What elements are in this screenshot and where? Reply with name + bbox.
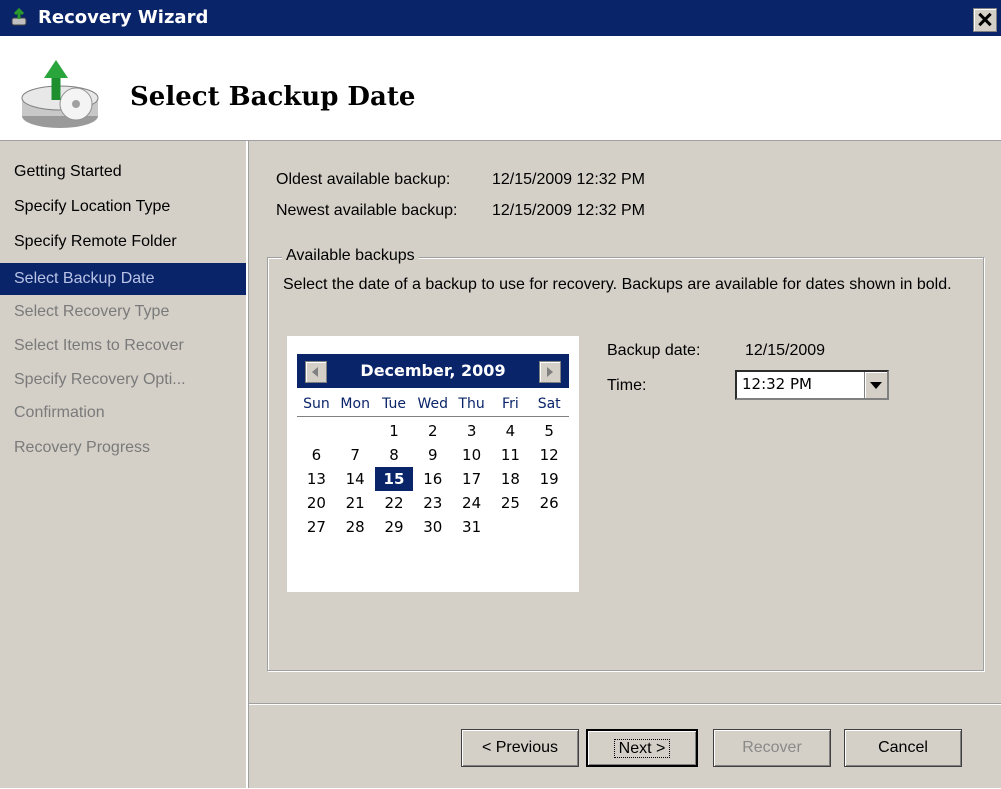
- nav-step-recovery-options: Specify Recovery Opti...: [14, 371, 186, 388]
- window-title: Recovery Wizard: [38, 7, 209, 28]
- previous-month-button[interactable]: [305, 361, 327, 383]
- calendar-day-14[interactable]: 14: [336, 467, 375, 491]
- calendar-day-20[interactable]: 20: [297, 491, 336, 515]
- calendar-day-6[interactable]: 6: [297, 443, 336, 467]
- calendar-day-28[interactable]: 28: [336, 515, 375, 539]
- previous-button[interactable]: < Previous: [461, 729, 579, 767]
- calendar-week-row: 6 7 8 9 10 11 12: [297, 443, 569, 467]
- calendar-month: December, 2009: [360, 361, 506, 380]
- time-dropdown[interactable]: 12:32 PM: [735, 370, 889, 400]
- day-of-week-header: Mon: [340, 396, 370, 412]
- nav-step-recovery-progress: Recovery Progress: [14, 439, 151, 456]
- oldest-backup-value: 12/15/2009 12:32 PM: [492, 171, 646, 188]
- calendar-day-2[interactable]: 2: [413, 419, 452, 443]
- nav-step-specify-remote-folder: Specify Remote Folder: [14, 233, 177, 250]
- calendar-day-18[interactable]: 18: [491, 467, 530, 491]
- calendar-day-10[interactable]: 10: [452, 443, 491, 467]
- calendar-day-4[interactable]: 4: [491, 419, 530, 443]
- day-of-week-header: Wed: [417, 396, 449, 412]
- calendar-day-12[interactable]: 12: [530, 443, 569, 467]
- page-title: Select Backup Date: [130, 82, 416, 112]
- cancel-button[interactable]: Cancel: [844, 729, 962, 767]
- day-of-week-header: Sun: [303, 396, 330, 412]
- title-bar[interactable]: Recovery Wizard: [0, 0, 1001, 36]
- calendar-day-21[interactable]: 21: [336, 491, 375, 515]
- wizard-header: Select Backup Date: [0, 36, 1001, 141]
- calendar-days-of-week: Sun Mon Tue Wed Thu Fri Sat: [297, 392, 569, 417]
- calendar-empty-cell: [530, 515, 569, 539]
- nav-step-getting-started: Getting Started: [14, 163, 122, 180]
- calendar-day-8[interactable]: 8: [375, 443, 414, 467]
- calendar-day-13[interactable]: 13: [297, 467, 336, 491]
- backup-date-label: Backup date:: [607, 342, 701, 359]
- newest-backup-value: 12/15/2009 12:32 PM: [492, 202, 646, 219]
- calendar-day-1[interactable]: 1: [375, 419, 414, 443]
- calendar-day-15[interactable]: 15: [374, 467, 414, 491]
- dropdown-arrow-icon[interactable]: [864, 372, 887, 398]
- calendar-day-22[interactable]: 22: [375, 491, 414, 515]
- backup-date-value: 12/15/2009: [745, 342, 826, 359]
- wizard-steps-nav: Getting Started Specify Location Type Sp…: [0, 141, 248, 788]
- nav-step-select-recovery-type: Select Recovery Type: [14, 303, 170, 320]
- newest-backup-label: Newest available backup:: [276, 202, 458, 219]
- time-label: Time:: [607, 377, 647, 394]
- day-of-week-header: Tue: [382, 396, 406, 412]
- calendar-day-7[interactable]: 7: [336, 443, 375, 467]
- calendar-day-27[interactable]: 27: [297, 515, 336, 539]
- day-of-week-header: Fri: [502, 396, 519, 412]
- calendar-week-row: 13 14 15 16 17 18 19: [297, 467, 569, 491]
- recovery-wizard-window: Recovery Wizard Select Backup Date Getti…: [0, 0, 1001, 788]
- calendar-day-17[interactable]: 17: [452, 467, 491, 491]
- calendar-day-30[interactable]: 30: [413, 515, 452, 539]
- nav-step-specify-location-type: Specify Location Type: [14, 198, 171, 215]
- calendar-week-row: 20 21 22 23 24 25 26: [297, 491, 569, 515]
- recover-button[interactable]: Recover: [713, 729, 831, 767]
- next-button[interactable]: Next >: [586, 729, 698, 767]
- time-dropdown-value: 12:32 PM: [742, 375, 812, 393]
- nav-step-select-backup-date: Select Backup Date: [0, 263, 246, 295]
- nav-step-select-items: Select Items to Recover: [14, 337, 184, 354]
- calendar-empty-cell: [297, 419, 336, 443]
- calendar-empty-cell: [491, 515, 530, 539]
- day-of-week-header: Thu: [458, 396, 485, 412]
- nav-step-confirmation: Confirmation: [14, 404, 105, 421]
- calendar-grid: Sun Mon Tue Wed Thu Fri Sat 1 2 3 4 5 6 7 8 9 10 11 12 13 14…: [297, 392, 569, 539]
- calendar-header: December, 2009: [297, 354, 569, 388]
- oldest-backup-label: Oldest available backup:: [276, 171, 451, 188]
- calendar-week-row: 27 28 29 30 31: [297, 515, 569, 539]
- calendar-day-31[interactable]: 31: [452, 515, 491, 539]
- calendar-week-row: 12345: [297, 419, 569, 443]
- calendar-day-29[interactable]: 29: [375, 515, 414, 539]
- backup-calendar[interactable]: December, 2009 Sun Mon Tue Wed Thu Fri Sat 1 2 3 4…: [287, 336, 579, 592]
- calendar-day-25[interactable]: 25: [491, 491, 530, 515]
- calendar-day-26[interactable]: 26: [530, 491, 569, 515]
- calendar-day-16[interactable]: 16: [413, 467, 452, 491]
- available-backups-description: Select the date of a backup to use for r…: [283, 276, 952, 293]
- calendar-day-5[interactable]: 5: [530, 419, 569, 443]
- calendar-day-23[interactable]: 23: [413, 491, 452, 515]
- backup-drive-icon: [21, 60, 99, 128]
- calendar-day-9[interactable]: 9: [413, 443, 452, 467]
- calendar-day-3[interactable]: 3: [452, 419, 491, 443]
- calendar-day-11[interactable]: 11: [491, 443, 530, 467]
- calendar-day-19[interactable]: 19: [530, 467, 569, 491]
- next-button-label: Next >: [613, 739, 671, 758]
- wizard-icon: [11, 8, 27, 26]
- calendar-day-24[interactable]: 24: [452, 491, 491, 515]
- day-of-week-header: Sat: [537, 396, 561, 412]
- available-backups-label: Available backups: [282, 247, 419, 265]
- close-button[interactable]: [973, 8, 997, 32]
- calendar-empty-cell: [336, 419, 375, 443]
- next-month-button[interactable]: [539, 361, 561, 383]
